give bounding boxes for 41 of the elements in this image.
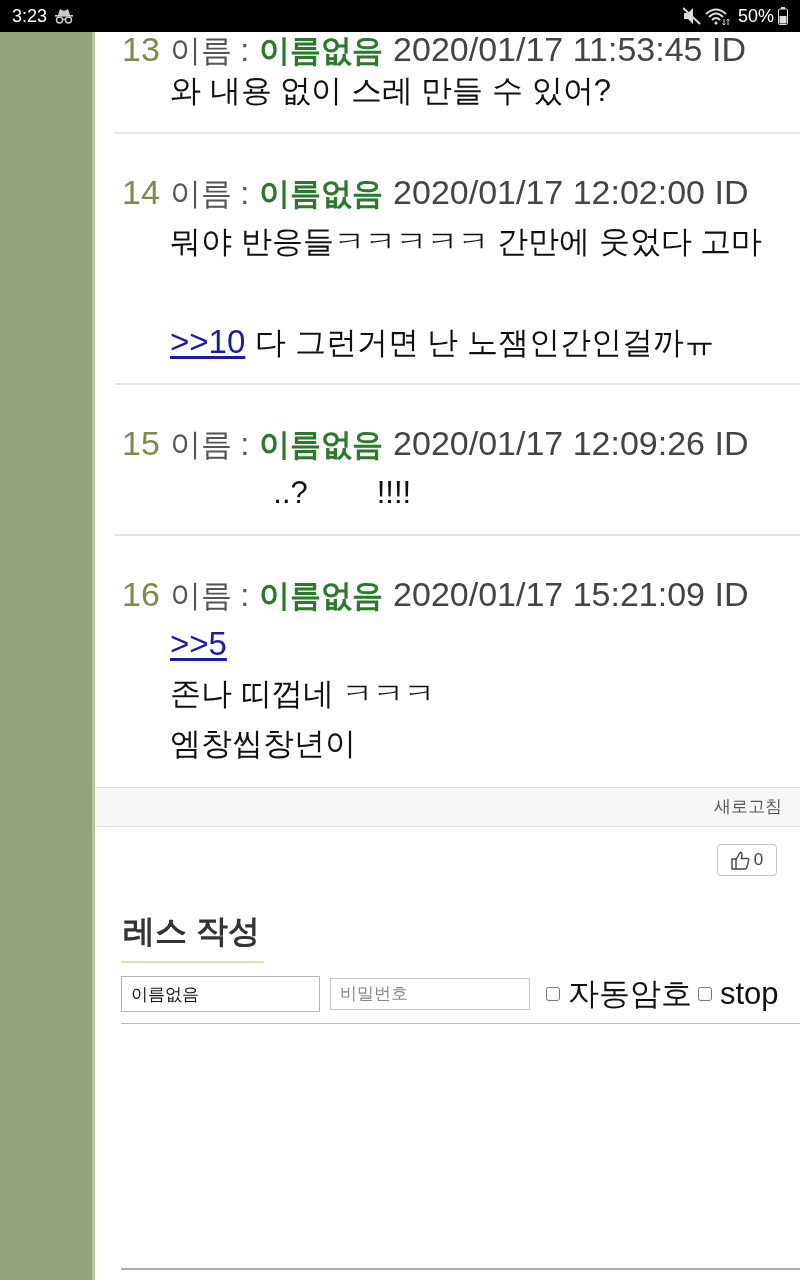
post-date: 2020/01/17 12:09:26 ID [393,423,749,464]
post-number: 14 [122,172,160,213]
post-number: 15 [122,423,160,464]
author-name: 이름없음 [259,175,384,213]
incognito-icon [55,8,74,24]
option-checkbox[interactable] [698,987,712,1001]
refresh-link[interactable]: 새로고침 [714,794,782,820]
post-text: 와 내용 없이 스레 만들 수 있어? [170,73,611,108]
message-field[interactable] [121,1023,800,1270]
name-label: 이름 : [169,426,250,464]
battery-percent: 50% [737,4,774,28]
like-button[interactable]: 0 [717,844,777,876]
name-field[interactable]: 이름없음 [121,976,320,1012]
post-text: 엠창씹창년이 [170,726,356,761]
option-checkbox[interactable] [546,987,560,1001]
author-name: 이름없음 [259,577,384,615]
author-name: 이름없음 [259,426,384,464]
thumbs-up-icon [730,850,750,870]
name-label: 이름 : [169,175,250,213]
post-text: 뭐야 반응들ㅋㅋㅋㅋㅋ 간만에 웃었다 고마 [170,224,763,259]
wifi-icon [704,6,730,26]
reply-link[interactable]: >>5 [170,625,227,662]
name-label: 이름 : [169,34,250,68]
password-field[interactable]: 비밀번호 [330,978,530,1010]
post-date: 2020/01/17 15:21:09 ID [393,574,749,615]
battery-icon [778,7,788,25]
post-number: 16 [122,574,160,615]
section-title: 레스 작성 [121,911,264,963]
reply-link[interactable]: >>10 [170,323,246,360]
post-text: ..? !!!! [272,475,412,510]
post-number: 13 [122,32,160,66]
post-text: 다 그런거면 난 노잼인간인걸까ㅠ [255,325,716,360]
post-text: 존나 띠껍네 ㅋㅋㅋ [170,676,436,711]
author-name: 이름없음 [259,34,384,68]
option-label: stop [720,976,779,1012]
option-label: 자동암호 [568,976,692,1012]
post-date: 2020/01/17 12:02:00 ID [393,172,749,213]
status-time: 3:23 [12,4,48,28]
mute-icon [682,7,701,25]
post-date: 2020/01/17 11:53:45 ID [393,32,746,66]
name-label: 이름 : [169,577,250,615]
